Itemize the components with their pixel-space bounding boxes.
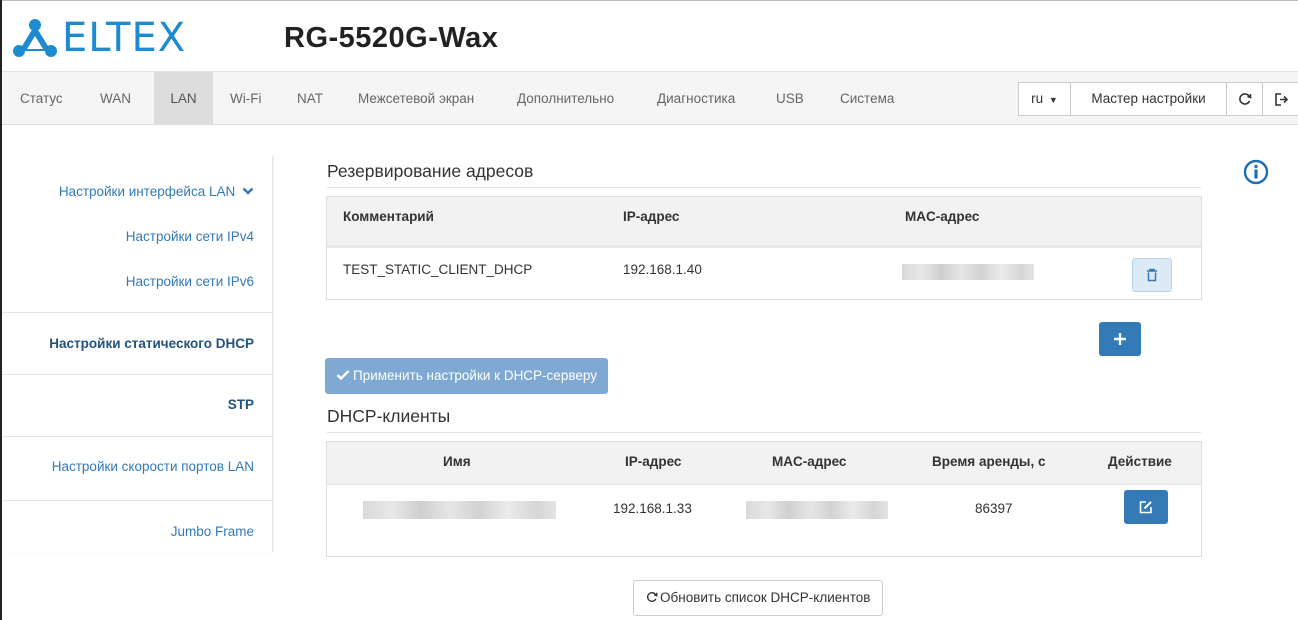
sidebar-group-lan-interface[interactable]: Настройки интерфейса LAN [59, 184, 254, 199]
nav-wan[interactable]: WAN [88, 72, 143, 125]
header-mac: MAC-адрес [905, 209, 980, 224]
edit-client-button[interactable] [1124, 490, 1168, 524]
nav-diagnostics[interactable]: Диагностика [645, 72, 747, 125]
refresh-icon [1238, 93, 1251, 105]
nav-lan[interactable]: LAN [154, 72, 213, 125]
top-navbar: Статус WAN LAN Wi-Fi NAT Межсетевой экра… [2, 71, 1298, 125]
nav-usb[interactable]: USB [764, 72, 816, 125]
sidebar-item-static-dhcp[interactable]: Настройки статического DHCP [49, 336, 254, 351]
header-divider [327, 484, 1201, 485]
language-value: ru [1031, 91, 1044, 106]
header-name: Имя [443, 454, 471, 469]
caret-down-icon: ▼ [1048, 95, 1058, 105]
sidebar: Настройки интерфейса LAN Настройки сети … [2, 156, 273, 552]
logout-button[interactable] [1262, 82, 1298, 116]
logout-icon [1275, 93, 1289, 106]
refresh-page-button[interactable] [1226, 82, 1263, 116]
apply-label: Применить настройки к DHCP-серверу [353, 368, 597, 383]
sidebar-item-stp[interactable]: STP [228, 397, 254, 412]
header: ELTEX RG-5520G-Wax [0, 0, 1298, 70]
language-dropdown[interactable]: ru ▼ [1018, 82, 1071, 116]
refresh-dhcp-label: Обновить список DHCP-клиентов [660, 590, 871, 605]
nav-firewall[interactable]: Межсетевой экран [346, 72, 486, 125]
plus-icon [1114, 333, 1126, 345]
header-comment: Комментарий [343, 209, 434, 224]
reservation-mac-redacted [902, 264, 1034, 280]
dhcp-clients-title-underline [327, 432, 1201, 433]
reservation-table-header [327, 197, 1201, 245]
nav-wifi[interactable]: Wi-Fi [218, 72, 273, 125]
reservation-title: Резервирование адресов [327, 161, 534, 181]
header-divider [327, 245, 1201, 248]
dhcp-clients-title: DHCP-клиенты [327, 406, 451, 426]
sidebar-divider [2, 500, 273, 501]
nav-status[interactable]: Статус [8, 72, 75, 125]
info-icon[interactable] [1243, 159, 1269, 185]
header-client-mac: MAC-адрес [772, 454, 847, 469]
header-ip: IP-адрес [623, 209, 680, 224]
eltex-logo[interactable]: ELTEX [12, 14, 186, 62]
nav-system[interactable]: Система [828, 72, 906, 125]
eltex-logo-icon [13, 19, 57, 57]
header-action: Действие [1108, 454, 1172, 469]
sidebar-item-jumbo-frame[interactable]: Jumbo Frame [171, 524, 254, 539]
client-mac-redacted [746, 501, 888, 519]
nav-advanced[interactable]: Дополнительно [505, 72, 626, 125]
client-name-redacted [363, 501, 556, 519]
add-reservation-button[interactable] [1099, 322, 1141, 356]
sidebar-divider [2, 312, 273, 313]
refresh-icon [646, 592, 658, 602]
device-model-title: RG-5520G-Wax [284, 22, 499, 54]
header-lease-time: Время аренды, с [932, 454, 1046, 469]
trash-icon [1147, 268, 1157, 282]
header-client-ip: IP-адрес [625, 454, 682, 469]
logo-text: ELTEX [62, 15, 187, 61]
apply-dhcp-settings-button[interactable]: Применить настройки к DHCP-серверу [325, 358, 608, 394]
reservation-table: Комментарий IP-адрес MAC-адрес TEST_STAT… [326, 196, 1202, 300]
sidebar-divider [2, 374, 273, 375]
reservation-ip-cell: 192.168.1.40 [623, 262, 702, 277]
client-ip-cell: 192.168.1.33 [613, 501, 692, 516]
sidebar-item-ipv6[interactable]: Настройки сети IPv6 [126, 274, 254, 289]
nav-nat[interactable]: NAT [285, 72, 335, 125]
setup-wizard-button[interactable]: Мастер настройки [1070, 82, 1227, 116]
delete-reservation-button[interactable] [1132, 258, 1172, 292]
refresh-dhcp-clients-button[interactable]: Обновить список DHCP-клиентов [633, 580, 884, 616]
chevron-down-icon [242, 187, 254, 195]
edit-icon [1139, 501, 1152, 514]
reservation-comment-cell: TEST_STATIC_CLIENT_DHCP [343, 262, 533, 277]
sidebar-divider [2, 436, 273, 437]
dhcp-clients-table: Имя IP-адрес MAC-адрес Время аренды, с Д… [326, 441, 1202, 557]
sidebar-item-port-speed[interactable]: Настройки скорости портов LAN [52, 459, 254, 474]
sidebar-item-ipv4[interactable]: Настройки сети IPv4 [126, 229, 254, 244]
reservation-title-underline [327, 187, 1201, 188]
checkmark-icon [336, 370, 350, 381]
sidebar-group-label: Настройки интерфейса LAN [58, 184, 236, 199]
client-lease-cell: 86397 [975, 501, 1013, 516]
